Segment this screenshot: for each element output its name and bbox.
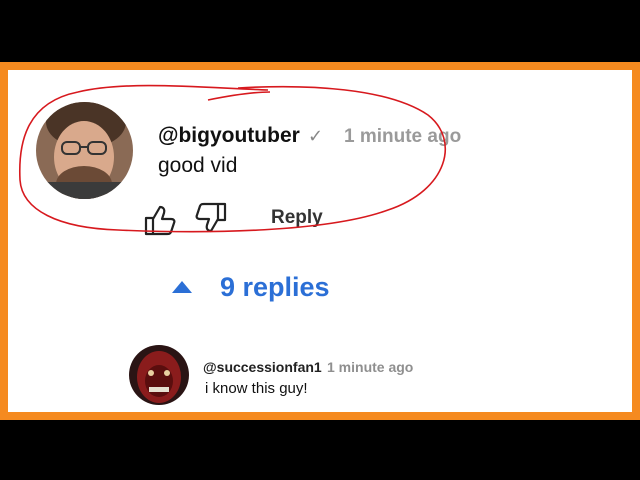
comment-panel: @bigyoutuber ✓ 1 minute ago good vid Rep… xyxy=(8,70,632,412)
comment-text: good vid xyxy=(158,154,238,177)
thumbs-down-icon[interactable] xyxy=(194,202,228,234)
reply-username[interactable]: @successionfan1 xyxy=(203,359,322,375)
reply-avatar[interactable] xyxy=(129,345,189,405)
replies-toggle[interactable]: 9 replies xyxy=(220,272,330,303)
commenter-username[interactable]: @bigyoutuber xyxy=(158,124,300,148)
reply-button[interactable]: Reply xyxy=(271,207,323,229)
commenter-avatar[interactable] xyxy=(36,102,133,199)
reply-text: i know this guy! xyxy=(205,380,308,397)
reply-timestamp[interactable]: 1 minute ago xyxy=(327,359,413,375)
verified-check-icon: ✓ xyxy=(308,126,324,146)
caret-up-icon[interactable] xyxy=(171,280,193,294)
comment-timestamp[interactable]: 1 minute ago xyxy=(344,126,461,148)
thumbs-up-icon[interactable] xyxy=(143,204,177,236)
